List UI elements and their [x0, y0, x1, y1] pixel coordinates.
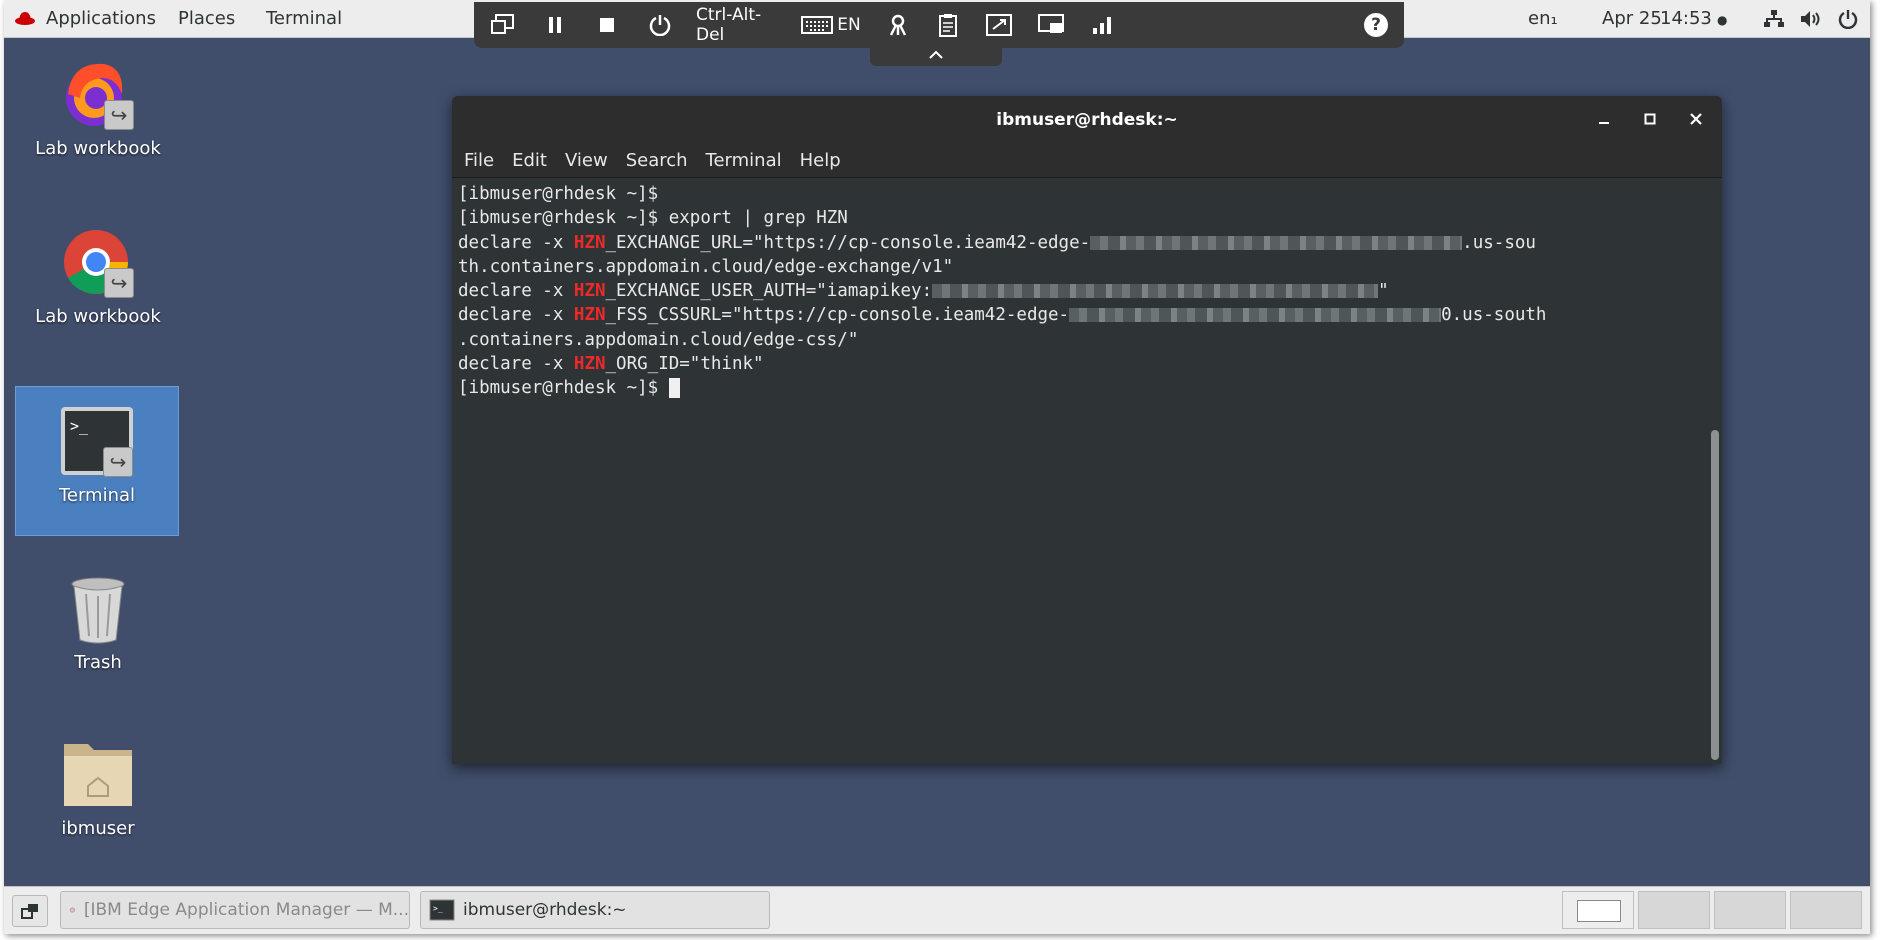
- maximize-icon[interactable]: [1638, 108, 1662, 132]
- desktop-icon-label: Trash: [74, 652, 122, 673]
- terminal-window: ibmuser@rhdesk:~ File Edit View Search Termi…: [452, 96, 1722, 764]
- volume-icon[interactable]: [1800, 10, 1822, 28]
- scale-screen-icon[interactable]: [984, 12, 1014, 38]
- workspace-2[interactable]: [1638, 891, 1710, 929]
- taskbar-item-label: [IBM Edge Application Manager — M...: [83, 900, 409, 920]
- terminal-app-icon: >_: [429, 899, 455, 921]
- workspace-1[interactable]: [1562, 891, 1634, 929]
- taskbar-item-browser[interactable]: [IBM Edge Application Manager — M...: [60, 891, 410, 929]
- terminal-output[interactable]: [ibmuser@rhdesk ~]$ [ibmuser@rhdesk ~]$ …: [452, 178, 1708, 764]
- terminal-scrollbar[interactable]: [1708, 178, 1722, 764]
- redacted-text: [1090, 235, 1463, 250]
- desktop-icon-label: Lab workbook: [35, 138, 161, 159]
- help-icon[interactable]: ?: [1364, 13, 1388, 37]
- desktop-icon-trash[interactable]: Trash: [16, 568, 180, 688]
- keyboard-icon: [801, 16, 834, 34]
- stop-icon[interactable]: [594, 12, 620, 38]
- workspace-4[interactable]: [1790, 891, 1862, 929]
- terminal-line: [ibmuser@rhdesk ~]$: [458, 184, 669, 204]
- trash-icon: [58, 568, 138, 648]
- desktop: Applications Places Terminal en₁ Apr 25 …: [4, 0, 1870, 934]
- terminal-app-icon: >_ ↪: [57, 401, 137, 481]
- terminal-line: .containers.appdomain.cloud/edge-css/": [458, 329, 859, 350]
- redacted-text: [932, 284, 1379, 299]
- scrollbar-thumb[interactable]: [1711, 430, 1719, 760]
- terminal-line: declare -x HZN_FSS_CSSURL="https://cp-co…: [458, 305, 1547, 326]
- highlighted-key: HZN: [573, 281, 606, 302]
- show-desktop-icon: [21, 904, 38, 919]
- connection-quality-icon[interactable]: [1088, 12, 1116, 38]
- bottom-taskbar: [IBM Edge Application Manager — M... >_ …: [4, 886, 1870, 934]
- highlighted-key: HZN: [573, 305, 606, 326]
- display-settings-icon[interactable]: [1036, 12, 1066, 38]
- text-cursor: [668, 378, 680, 399]
- home-folder-icon: [58, 734, 138, 814]
- taskbar-item-label: ibmuser@rhdesk:~: [463, 900, 627, 920]
- menu-edit[interactable]: Edit: [512, 144, 547, 178]
- workspace-3[interactable]: [1714, 891, 1786, 929]
- desktop-icon-label: Terminal: [58, 485, 136, 506]
- menu-view[interactable]: View: [565, 144, 608, 178]
- svg-text:>_: >_: [70, 417, 89, 435]
- redacted-text: [1069, 308, 1442, 323]
- terminal-line: declare -x HZN_ORG_ID="think": [458, 354, 764, 375]
- menu-search[interactable]: Search: [626, 144, 688, 178]
- terminal-line: th.containers.appdomain.cloud/edge-excha…: [458, 256, 954, 277]
- svg-text:>_: >_: [433, 904, 443, 913]
- chevron-up-icon: [929, 50, 943, 59]
- chrome-icon: ↪: [58, 222, 138, 302]
- minimize-icon[interactable]: [1592, 108, 1616, 132]
- keyboard-layout-indicator[interactable]: en₁: [1528, 8, 1558, 29]
- keyboard-language-label: EN: [837, 15, 861, 35]
- terminal-app-menu[interactable]: Terminal: [266, 8, 342, 29]
- window-titlebar[interactable]: ibmuser@rhdesk:~: [452, 96, 1722, 144]
- keyboard-language-button[interactable]: EN: [798, 12, 864, 38]
- taskbar-item-terminal[interactable]: >_ ibmuser@rhdesk:~: [420, 891, 770, 929]
- remote-toolbar: Ctrl-Alt-Del EN ?: [474, 2, 1404, 48]
- ctrl-alt-del-button[interactable]: Ctrl-Alt-Del: [696, 5, 786, 45]
- desktop-icon-home-folder[interactable]: ibmuser: [16, 734, 180, 854]
- show-desktop-button[interactable]: [12, 895, 48, 927]
- user-keys-icon[interactable]: [884, 12, 912, 38]
- network-icon[interactable]: [1764, 10, 1784, 28]
- clock-time[interactable]: 14:53: [1660, 8, 1712, 29]
- terminal-line: declare -x HZN_EXCHANGE_URL="https://cp-…: [458, 232, 1536, 253]
- desktop-icon-terminal[interactable]: >_ ↪ Terminal: [15, 386, 179, 536]
- redhat-logo-icon: [15, 12, 35, 25]
- notification-dot-icon: ●: [1717, 13, 1728, 27]
- close-icon[interactable]: [1684, 108, 1708, 132]
- power-icon[interactable]: [1838, 9, 1858, 29]
- clock-date[interactable]: Apr 25: [1602, 8, 1662, 29]
- window-menubar: File Edit View Search Terminal Help: [452, 144, 1722, 178]
- applications-menu[interactable]: Applications: [46, 8, 156, 29]
- highlighted-key: HZN: [573, 354, 606, 375]
- menu-file[interactable]: File: [464, 144, 494, 178]
- desktop-icon-lab-workbook-chrome[interactable]: ↪ Lab workbook: [16, 222, 180, 342]
- desktop-icon-lab-workbook-firefox[interactable]: ↪ Lab workbook: [16, 54, 180, 174]
- launcher-arrow-icon: ↪: [104, 100, 134, 130]
- pause-icon[interactable]: [542, 12, 568, 38]
- terminal-line: declare -x HZN_EXCHANGE_USER_AUTH="iamap…: [458, 281, 1389, 302]
- clipboard-icon[interactable]: [934, 12, 962, 38]
- menu-terminal[interactable]: Terminal: [706, 144, 782, 178]
- desktop-icon-label: ibmuser: [61, 818, 135, 839]
- launcher-arrow-icon: ↪: [103, 447, 133, 477]
- workspace-window-thumbnail: [1577, 900, 1621, 922]
- vm-power-icon[interactable]: [646, 12, 674, 38]
- firefox-icon: ↪: [58, 54, 138, 134]
- launcher-arrow-icon: ↪: [104, 268, 134, 298]
- firefox-icon: [69, 907, 76, 913]
- desktop-icon-label: Lab workbook: [35, 306, 161, 327]
- toolbar-collapse-tab[interactable]: [870, 48, 1002, 66]
- highlighted-key: HZN: [573, 232, 606, 253]
- fullscreen-toggle-icon[interactable]: [488, 12, 518, 38]
- places-menu[interactable]: Places: [178, 8, 235, 29]
- terminal-line: [ibmuser@rhdesk ~]$: [458, 376, 1702, 400]
- terminal-line: [ibmuser@rhdesk ~]$ export | grep HZN: [458, 208, 848, 229]
- menu-help[interactable]: Help: [800, 144, 841, 178]
- window-title: ibmuser@rhdesk:~: [996, 110, 1178, 130]
